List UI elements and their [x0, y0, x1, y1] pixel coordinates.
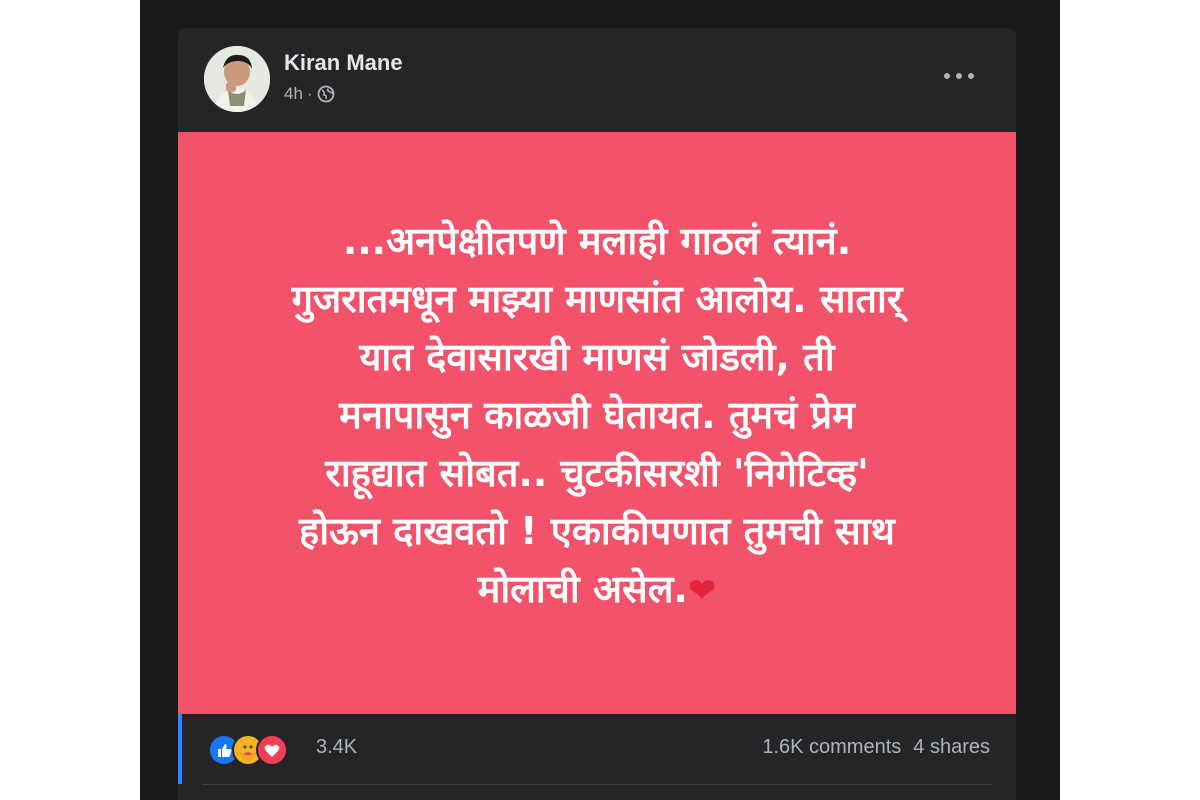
post-text: ...अनपेक्षीतपणे मलाही गाठलं त्यानं. गुजर… — [217, 212, 977, 620]
author-name[interactable]: Kiran Mane — [284, 50, 403, 76]
reactions-count[interactable]: 3.4K — [316, 736, 357, 759]
reaction-icons[interactable] — [208, 734, 304, 766]
dot-icon — [956, 73, 962, 79]
dot-icon — [968, 73, 974, 79]
dot-icon — [944, 73, 950, 79]
comments-count[interactable]: 1.6K comments — [762, 736, 901, 759]
shares-count[interactable]: 4 shares — [913, 736, 990, 759]
post-card: Kiran Mane 4h · ...अनपेक्षीतपणे मलाही गा… — [178, 28, 1016, 800]
reactions-bar: 3.4K 1.6K comments 4 shares — [178, 714, 1016, 784]
globe-icon[interactable] — [317, 85, 335, 103]
engagement-stats: 1.6K comments 4 shares — [762, 736, 990, 759]
feed-background: Kiran Mane 4h · ...अनपेक्षीतपणे मलाही गा… — [140, 0, 1060, 800]
love-icon — [256, 734, 288, 766]
avatar-image — [204, 46, 270, 112]
post-body: ...अनपेक्षीतपणे मलाही गाठलं त्यानं. गुजर… — [291, 219, 903, 611]
post-meta: 4h · — [284, 84, 335, 104]
post-time[interactable]: 4h — [284, 84, 303, 104]
post-text-banner: ...अनपेक्षीतपणे मलाही गाठलं त्यानं. गुजर… — [178, 132, 1016, 714]
heart-icon: ❤ — [687, 571, 717, 611]
divider — [202, 784, 992, 785]
meta-separator: · — [306, 84, 313, 103]
avatar[interactable] — [204, 46, 270, 112]
more-options-button[interactable] — [944, 66, 974, 86]
